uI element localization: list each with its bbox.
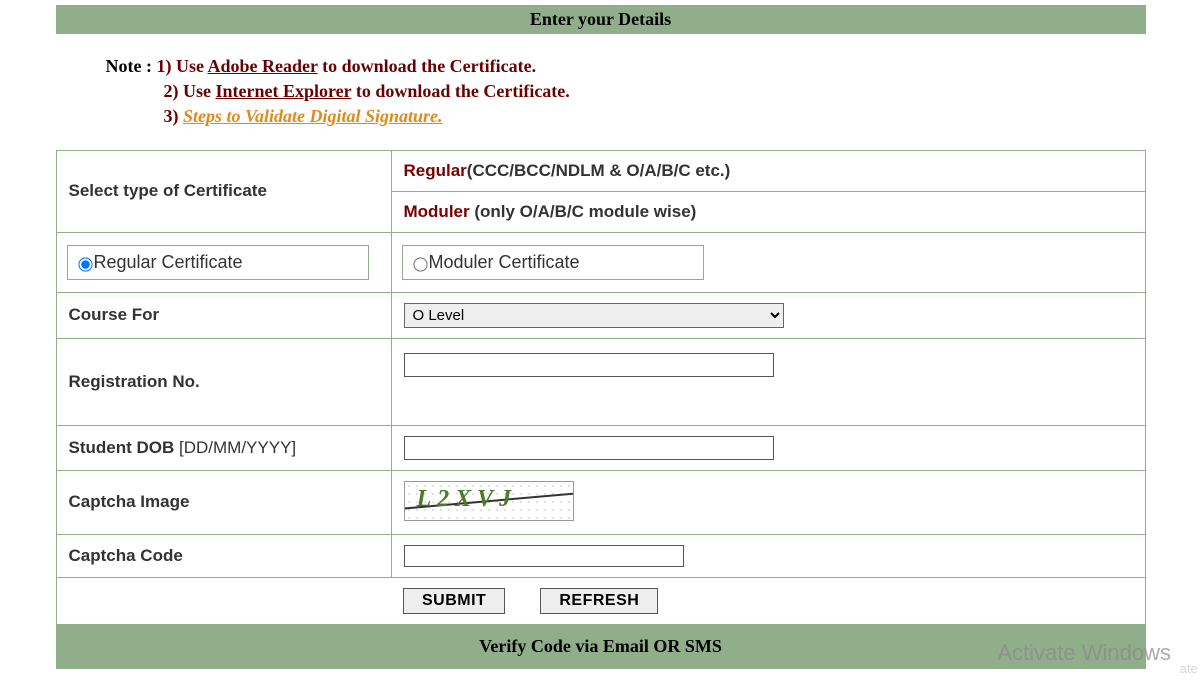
course-for-label: Course For — [69, 305, 160, 324]
select-type-label: Select type of Certificate — [69, 181, 267, 200]
note-2-link[interactable]: Internet Explorer — [216, 81, 352, 101]
moduler-prefix: Moduler — [404, 202, 475, 221]
notes-block: Note : 1) Use Adobe Reader to download t… — [106, 54, 1146, 130]
select-type-label-cell: Select type of Certificate — [56, 150, 391, 232]
dob-format: [DD/MM/YYYY] — [174, 438, 296, 457]
note-1-prefix: Use — [176, 56, 208, 76]
dob-value-cell — [391, 425, 1145, 470]
form-table: Select type of Certificate Regular(CCC/B… — [56, 150, 1146, 669]
moduler-suffix: (only O/A/B/C module wise) — [474, 202, 696, 221]
note-1-link[interactable]: Adobe Reader — [207, 56, 317, 76]
registration-label-cell: Registration No. — [56, 338, 391, 425]
note-2-suffix: to download the Certificate. — [351, 81, 569, 101]
note-label: Note : — [106, 56, 152, 76]
captcha-code-value-cell — [391, 534, 1145, 577]
note-2-prefix: Use — [183, 81, 216, 101]
radio-regular-input[interactable] — [78, 257, 92, 271]
button-row-spacer — [56, 577, 391, 624]
dob-input[interactable] — [404, 436, 774, 460]
note-1-num: 1) — [156, 56, 171, 76]
header-title: Enter your Details — [530, 9, 671, 29]
note-1-suffix: to download the Certificate. — [318, 56, 536, 76]
course-for-label-cell: Course For — [56, 292, 391, 338]
course-for-value-cell: O Level — [391, 292, 1145, 338]
regular-prefix: Regular — [404, 161, 467, 180]
captcha-image: L2XVJ — [404, 481, 574, 521]
registration-label: Registration No. — [69, 372, 200, 391]
header-bar: Enter your Details — [56, 5, 1146, 34]
dob-label-cell: Student DOB [DD/MM/YYYY] — [56, 425, 391, 470]
regular-row: Regular(CCC/BCC/NDLM & O/A/B/C etc.) — [391, 150, 1145, 191]
captcha-text: L2XVJ — [417, 486, 518, 513]
registration-value-cell — [391, 338, 1145, 425]
footer-title: Verify Code via Email OR SMS — [479, 636, 722, 656]
captcha-image-label: Captcha Image — [69, 492, 190, 511]
captcha-code-label: Captcha Code — [69, 546, 183, 565]
radio-regular-label: Regular Certificate — [94, 252, 243, 272]
captcha-image-label-cell: Captcha Image — [56, 470, 391, 534]
note-3-link[interactable]: Steps to Validate Digital Signature. — [183, 106, 443, 126]
note-2-num: 2) — [164, 81, 179, 101]
registration-input[interactable] — [404, 353, 774, 377]
radio-moduler-label: Moduler Certificate — [429, 252, 580, 272]
regular-suffix: (CCC/BCC/NDLM & O/A/B/C etc.) — [467, 161, 731, 180]
submit-button[interactable]: SUBMIT — [403, 588, 505, 614]
radio-moduler-cell: Moduler Certificate — [391, 232, 1145, 292]
course-select[interactable]: O Level — [404, 303, 784, 328]
button-row: SUBMIT REFRESH — [391, 577, 1145, 624]
radio-moduler-box[interactable]: Moduler Certificate — [402, 245, 704, 280]
refresh-button[interactable]: REFRESH — [540, 588, 658, 614]
captcha-image-cell: L2XVJ — [391, 470, 1145, 534]
radio-moduler-input[interactable] — [413, 257, 427, 271]
captcha-code-input[interactable] — [404, 545, 684, 567]
footer-bar: Verify Code via Email OR SMS — [57, 625, 1145, 668]
moduler-row: Moduler (only O/A/B/C module wise) — [391, 191, 1145, 232]
captcha-code-label-cell: Captcha Code — [56, 534, 391, 577]
dob-label: Student DOB — [69, 438, 175, 457]
note-3-num: 3) — [164, 106, 179, 126]
radio-regular-box[interactable]: Regular Certificate — [67, 245, 369, 280]
radio-regular-cell: Regular Certificate — [56, 232, 391, 292]
